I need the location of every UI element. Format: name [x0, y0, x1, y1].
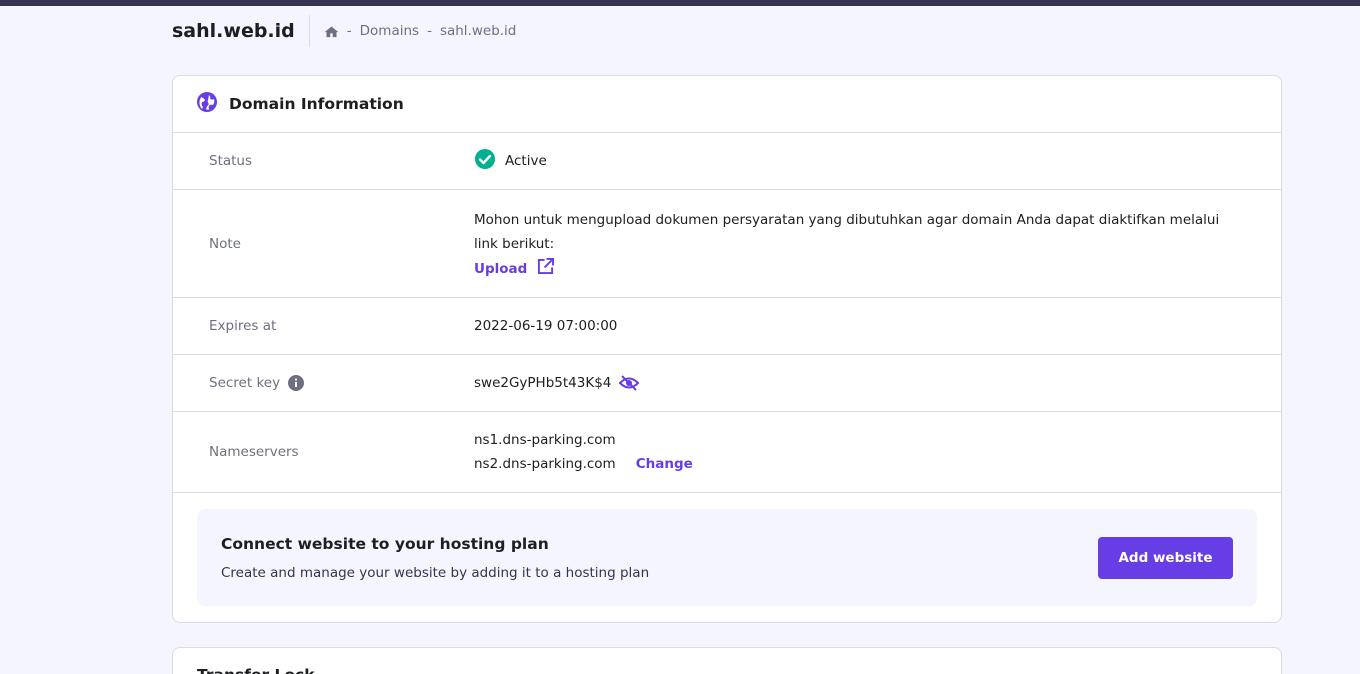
change-nameservers-link[interactable]: Change	[636, 452, 693, 476]
status-badge: Active	[505, 153, 547, 169]
eye-slash-icon[interactable]	[619, 375, 640, 391]
note-text: Mohon untuk mengupload dokumen persyarat…	[474, 212, 1220, 252]
page-title: sahl.web.id	[172, 15, 310, 47]
external-link-icon	[537, 258, 555, 279]
check-circle-icon	[474, 148, 496, 174]
transfer-lock-card: Transfer Lock	[172, 647, 1282, 674]
note-row: Note Mohon untuk mengupload dokumen pers…	[173, 190, 1281, 298]
add-website-button[interactable]: Add website	[1098, 536, 1233, 579]
note-label: Note	[209, 235, 241, 252]
card-title: Domain Information	[229, 95, 404, 113]
transfer-lock-title: Transfer Lock	[197, 666, 315, 674]
breadcrumb-separator: -	[346, 23, 352, 39]
promo-description: Create and manage your website by adding…	[221, 564, 650, 581]
nameserver-1: ns1.dns-parking.com	[474, 432, 616, 448]
breadcrumb-separator: -	[427, 23, 432, 39]
top-bar	[0, 0, 1360, 6]
promo-title: Connect website to your hosting plan	[221, 534, 549, 553]
connect-website-banner: Connect website to your hosting plan Cre…	[197, 509, 1257, 606]
nameservers-row: Nameservers ns1.dns-parking.com ns2.dns-…	[173, 412, 1281, 493]
status-label: Status	[209, 153, 253, 169]
expires-value: 2022-06-19 07:00:00	[474, 318, 618, 334]
page-header: sahl.web.id - Domains - sahl.web.id	[172, 15, 516, 47]
nameserver-2: ns2.dns-parking.com	[474, 456, 616, 472]
globe-icon	[197, 92, 217, 116]
expires-label: Expires at	[209, 318, 277, 334]
info-icon[interactable]	[288, 375, 305, 391]
upload-link[interactable]: Upload	[474, 258, 555, 279]
status-row: Status Active	[173, 133, 1281, 190]
home-icon[interactable]	[324, 25, 339, 38]
secret-key-value: swe2GyPHb5t43K$4	[474, 375, 612, 391]
secret-key-row: Secret key swe2GyPHb5t43K$4	[173, 355, 1281, 412]
secret-key-label: Secret key	[209, 375, 281, 391]
domain-information-card: Domain Information Status Active Note Mo…	[172, 75, 1282, 623]
card-header: Domain Information	[173, 76, 1281, 133]
breadcrumb: - Domains - sahl.web.id	[310, 23, 517, 39]
breadcrumb-current: sahl.web.id	[439, 23, 517, 39]
expires-row: Expires at 2022-06-19 07:00:00	[173, 298, 1281, 355]
breadcrumb-domains[interactable]: Domains	[360, 23, 419, 39]
upload-link-label: Upload	[474, 260, 528, 277]
nameservers-label: Nameservers	[209, 444, 299, 460]
